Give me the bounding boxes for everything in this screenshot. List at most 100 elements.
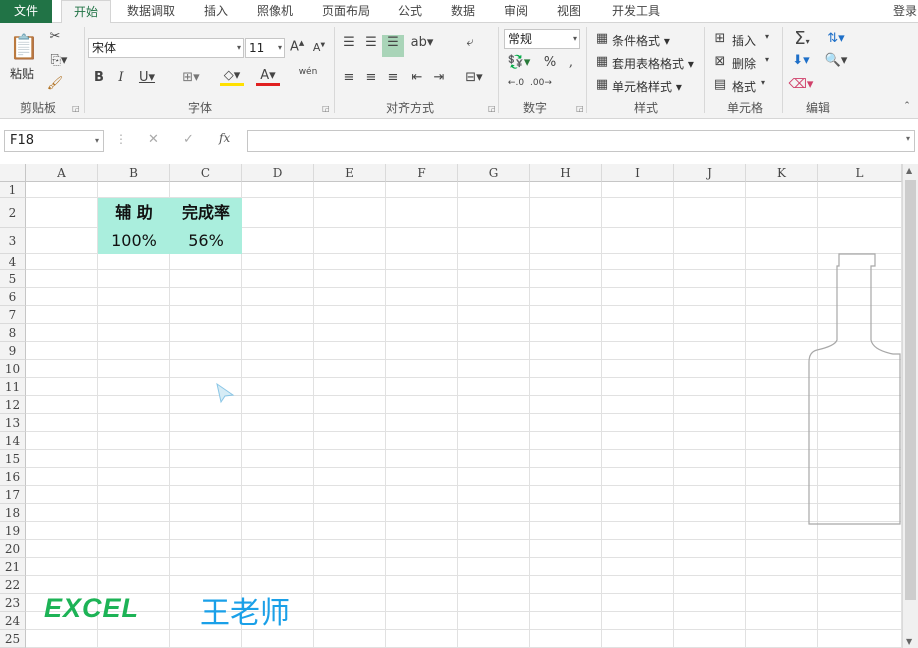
row-header-9[interactable]: 9 <box>0 342 26 360</box>
tab-insert[interactable]: 插入 <box>196 0 236 23</box>
cell[interactable] <box>458 288 530 306</box>
cell[interactable] <box>314 360 386 378</box>
cell[interactable] <box>170 342 242 360</box>
cell[interactable] <box>530 198 602 228</box>
cell[interactable] <box>26 324 98 342</box>
cell[interactable] <box>386 228 458 254</box>
cell[interactable] <box>458 414 530 432</box>
cell[interactable] <box>98 396 170 414</box>
cell[interactable] <box>98 342 170 360</box>
cell[interactable] <box>530 630 602 648</box>
tab-page-layout[interactable]: 页面布局 <box>314 0 378 23</box>
cell[interactable] <box>98 182 170 198</box>
cell[interactable] <box>458 612 530 630</box>
cell[interactable] <box>386 270 458 288</box>
row-header-21[interactable]: 21 <box>0 558 26 576</box>
row-header-12[interactable]: 12 <box>0 396 26 414</box>
decrease-indent-icon[interactable]: ⇤ <box>408 70 426 85</box>
cell[interactable] <box>314 182 386 198</box>
underline-icon[interactable]: U▾ <box>136 70 158 85</box>
cell[interactable] <box>98 468 170 486</box>
italic-icon[interactable]: I <box>114 70 128 85</box>
align-left-icon[interactable]: ≡ <box>340 70 358 85</box>
cell[interactable] <box>674 360 746 378</box>
cell[interactable] <box>602 360 674 378</box>
cell[interactable] <box>170 630 242 648</box>
cell[interactable] <box>602 630 674 648</box>
cell[interactable] <box>458 630 530 648</box>
font-color-icon[interactable]: A▾ <box>256 68 280 86</box>
cell[interactable] <box>602 324 674 342</box>
row-header-24[interactable]: 24 <box>0 612 26 630</box>
cell[interactable] <box>314 558 386 576</box>
cell[interactable] <box>386 342 458 360</box>
increase-font-icon[interactable]: A▲ <box>290 39 304 54</box>
cell[interactable] <box>242 486 314 504</box>
row-header-16[interactable]: 16 <box>0 468 26 486</box>
increase-decimal-icon[interactable]: ←.0 <box>506 78 526 88</box>
cell[interactable] <box>314 288 386 306</box>
cell[interactable] <box>386 254 458 270</box>
bold-icon[interactable]: B <box>92 70 106 85</box>
cell[interactable] <box>530 540 602 558</box>
cell[interactable] <box>530 254 602 270</box>
cell[interactable] <box>242 450 314 468</box>
cell[interactable] <box>602 522 674 540</box>
row-header-6[interactable]: 6 <box>0 288 26 306</box>
row-header-23[interactable]: 23 <box>0 594 26 612</box>
tab-formulas[interactable]: 公式 <box>390 0 430 23</box>
cell[interactable] <box>242 558 314 576</box>
cell[interactable] <box>314 540 386 558</box>
cell[interactable] <box>314 450 386 468</box>
row-header-7[interactable]: 7 <box>0 306 26 324</box>
cell[interactable] <box>458 182 530 198</box>
cell[interactable] <box>674 594 746 612</box>
cell[interactable] <box>170 270 242 288</box>
cell[interactable] <box>530 558 602 576</box>
insert-cells-button[interactable]: 插入 <box>732 32 756 49</box>
cell[interactable] <box>818 228 902 254</box>
paste-icon[interactable]: 📋 <box>9 33 39 63</box>
scrollbar-thumb[interactable] <box>905 180 916 600</box>
cell[interactable] <box>674 504 746 522</box>
cell[interactable] <box>530 414 602 432</box>
row-header-13[interactable]: 13 <box>0 414 26 432</box>
cell[interactable] <box>746 576 818 594</box>
cell[interactable] <box>674 450 746 468</box>
column-header-J[interactable]: J <box>674 164 746 182</box>
percent-icon[interactable]: % <box>542 55 558 70</box>
font-size-combo[interactable]: 11 ▾ <box>245 38 285 58</box>
name-box[interactable]: F18 ▾ <box>4 130 104 152</box>
cell[interactable] <box>26 254 98 270</box>
cell[interactable] <box>170 486 242 504</box>
tab-data-fetch[interactable]: 数据调取 <box>118 0 184 23</box>
row-header-19[interactable]: 19 <box>0 522 26 540</box>
cell[interactable] <box>242 342 314 360</box>
tab-view[interactable]: 视图 <box>549 0 589 23</box>
tab-file[interactable]: 文件 <box>0 0 52 23</box>
cell[interactable] <box>458 504 530 522</box>
cell[interactable] <box>746 198 818 228</box>
cell[interactable] <box>98 558 170 576</box>
cell[interactable] <box>26 288 98 306</box>
cell[interactable] <box>26 522 98 540</box>
cell[interactable] <box>458 306 530 324</box>
cell[interactable] <box>530 342 602 360</box>
row-header-8[interactable]: 8 <box>0 324 26 342</box>
cell[interactable] <box>170 522 242 540</box>
cell[interactable] <box>674 432 746 450</box>
cell[interactable] <box>98 378 170 396</box>
cell[interactable] <box>602 306 674 324</box>
cell[interactable] <box>674 612 746 630</box>
align-middle-icon[interactable]: ☰ <box>362 35 380 50</box>
accounting-format-icon[interactable]: 💱▾ <box>506 55 532 70</box>
cell[interactable] <box>386 306 458 324</box>
tab-data[interactable]: 数据 <box>443 0 483 23</box>
row-header-14[interactable]: 14 <box>0 432 26 450</box>
cell[interactable] <box>530 522 602 540</box>
align-top-icon[interactable]: ☰ <box>340 35 358 50</box>
cell[interactable] <box>674 288 746 306</box>
delete-cells-button[interactable]: 删除 <box>732 55 756 72</box>
cell[interactable] <box>26 558 98 576</box>
cell[interactable] <box>458 270 530 288</box>
